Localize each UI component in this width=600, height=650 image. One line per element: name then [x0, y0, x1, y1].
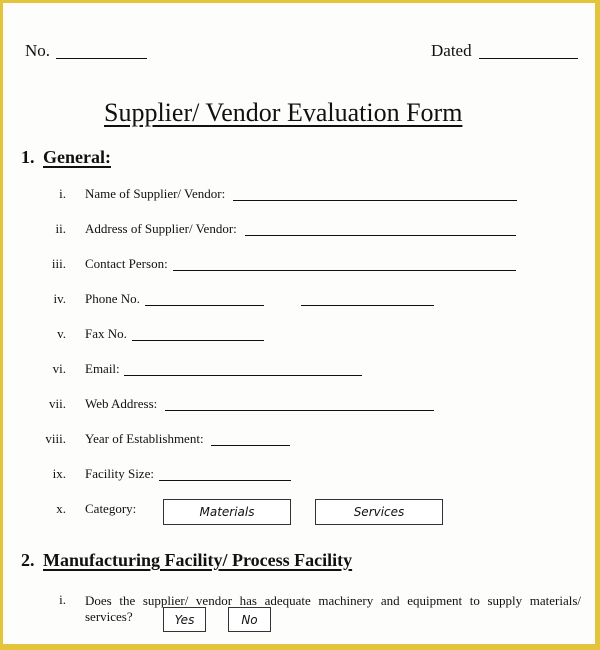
form-page: No. Dated Supplier/ Vendor Evaluation Fo…: [3, 3, 595, 644]
supplier-address-field[interactable]: [245, 235, 516, 236]
item-numeral: vi.: [52, 361, 66, 376]
contact-person-field[interactable]: [173, 270, 516, 271]
number-label: No.: [25, 41, 51, 60]
section-manufacturing-heading: 2. Manufacturing Facility/ Process Facili…: [21, 550, 352, 571]
number-field[interactable]: [56, 58, 147, 59]
contact-person-label: Contact Person:: [85, 256, 168, 271]
supplier-address-label: Address of Supplier/ Vendor:: [85, 221, 237, 236]
section-title: General:: [43, 147, 111, 167]
web-address-field[interactable]: [165, 410, 434, 411]
item-numeral: x.: [56, 501, 66, 516]
category-services-option[interactable]: Services: [315, 499, 443, 525]
category-materials-option[interactable]: Materials: [163, 499, 291, 525]
fax-field[interactable]: [132, 340, 264, 341]
category-label: Category:: [85, 501, 137, 516]
machinery-question: Does the supplier/ vendor has adequate m…: [85, 593, 581, 608]
section-number: 2.: [21, 550, 35, 570]
item-numeral: v.: [57, 326, 66, 341]
facility-size-label: Facility Size:: [85, 466, 154, 481]
section-number: 1.: [21, 147, 35, 167]
item-numeral: ix.: [52, 466, 66, 481]
section-general-heading: 1. General:: [21, 147, 111, 168]
date-field[interactable]: [479, 58, 578, 59]
facility-size-field[interactable]: [159, 480, 291, 481]
phone-label: Phone No.: [85, 291, 140, 306]
email-label: Email:: [85, 361, 120, 376]
supplier-name-field[interactable]: [233, 200, 517, 201]
item-numeral: i.: [59, 186, 66, 201]
machinery-no-option[interactable]: No: [228, 607, 271, 632]
fax-label: Fax No.: [85, 326, 127, 341]
web-address-label: Web Address:: [85, 396, 158, 411]
phone-field-1[interactable]: [145, 305, 264, 306]
form-title: Supplier/ Vendor Evaluation Form: [104, 98, 463, 127]
item-numeral: ii.: [55, 221, 66, 236]
dated-label: Dated: [431, 41, 472, 60]
supplier-name-label: Name of Supplier/ Vendor:: [85, 186, 226, 201]
section-title: Manufacturing Facility/ Process Facility: [43, 550, 353, 570]
item-numeral: iii.: [51, 256, 66, 271]
item-numeral: iv.: [53, 291, 66, 306]
year-established-label: Year of Establishment:: [85, 431, 204, 446]
item-numeral: viii.: [45, 431, 66, 446]
machinery-yes-option[interactable]: Yes: [163, 607, 206, 632]
phone-field-2[interactable]: [301, 305, 434, 306]
item-numeral: vii.: [49, 396, 66, 411]
machinery-question-continued: services?: [85, 609, 133, 624]
year-established-field[interactable]: [211, 445, 290, 446]
item-numeral: i.: [59, 592, 66, 607]
email-field[interactable]: [124, 375, 362, 376]
